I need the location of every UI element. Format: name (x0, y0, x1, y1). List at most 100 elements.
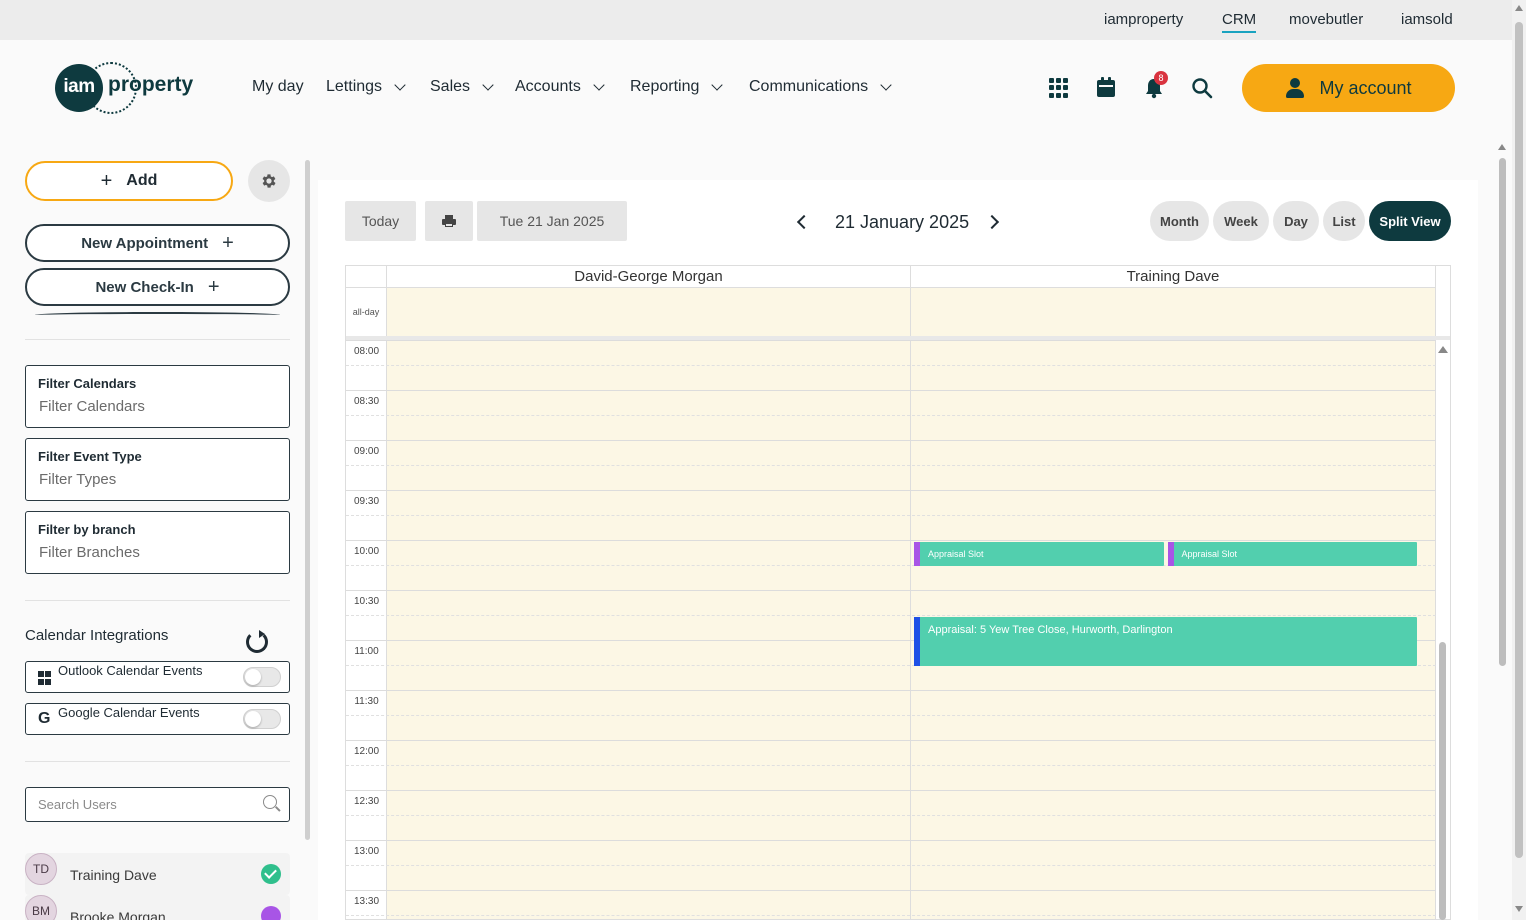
filter-branch[interactable]: Filter by branch Filter Branches (25, 511, 290, 574)
calendar-scrollbar[interactable] (1439, 642, 1446, 920)
half-hour-line (346, 515, 1436, 516)
calendar-event[interactable]: Appraisal: 5 Yew Tree Close, Hurworth, D… (914, 617, 1417, 666)
nav-accounts[interactable]: Accounts (515, 78, 605, 96)
calendar-icon[interactable] (1096, 77, 1118, 99)
divider (25, 339, 290, 340)
time-label: 09:00 (353, 446, 380, 457)
nav-label: My day (252, 78, 304, 95)
search-users-input[interactable] (25, 787, 290, 822)
nav-my-day[interactable]: My day (252, 78, 304, 96)
filter-event-type[interactable]: Filter Event Type Filter Types (25, 438, 290, 501)
nav-label: Sales (430, 78, 471, 95)
integration-label: Outlook Calendar Events (58, 663, 203, 678)
today-button[interactable]: Today (345, 201, 416, 241)
time-grid: 08:00 08:30 09:00 09:30 10:00 10:30 11:00 11:30… (346, 340, 1436, 919)
half-hour-line (346, 615, 1436, 616)
hour-line (346, 790, 1436, 791)
search-icon (263, 795, 277, 809)
apps-grid-icon[interactable] (1048, 77, 1070, 99)
half-hour-line (346, 865, 1436, 866)
hour-line (346, 840, 1436, 841)
add-button[interactable]: + Add (25, 161, 233, 201)
sidebar-scrollbar[interactable] (305, 160, 310, 840)
hour-line (346, 590, 1436, 591)
half-hour-line (346, 465, 1436, 466)
time-label: 12:30 (353, 796, 380, 807)
check-circle-icon[interactable] (261, 864, 281, 884)
view-day-button[interactable]: Day (1273, 201, 1319, 241)
user-item[interactable]: TD Training Dave (25, 853, 290, 895)
view-split-button[interactable]: Split View (1369, 201, 1451, 241)
half-hour-line (346, 765, 1436, 766)
time-gutter (346, 340, 387, 919)
hour-line (346, 390, 1436, 391)
new-appointment-button[interactable]: New Appointment + (25, 224, 290, 262)
half-hour-line (346, 365, 1436, 366)
calendar-event[interactable]: Appraisal Slot (1167, 542, 1417, 566)
avatar: TD (25, 853, 57, 885)
integration-label: Google Calendar Events (58, 705, 200, 720)
filter-placeholder: Filter Branches (39, 544, 140, 561)
search-icon[interactable] (1191, 77, 1213, 99)
allday-cell[interactable] (911, 287, 1436, 336)
brand-logo[interactable]: iam property (55, 62, 200, 114)
logo-circle: iam (55, 64, 103, 112)
new-appointment-label: New Appointment (81, 234, 209, 252)
hour-line (346, 340, 1436, 341)
time-label: 08:30 (353, 396, 380, 407)
chevron-down-icon (394, 79, 406, 91)
view-month-button[interactable]: Month (1150, 201, 1209, 241)
color-dot-icon[interactable] (261, 906, 281, 920)
chevron-down-icon (593, 79, 605, 91)
content-scrollbar[interactable] (1497, 144, 1507, 670)
settings-button[interactable] (248, 160, 290, 202)
app-link-iamproperty[interactable]: iamproperty (1104, 11, 1183, 28)
calendar-scroll-up-icon[interactable] (1438, 346, 1448, 353)
refresh-icon[interactable] (246, 630, 268, 653)
chevron-down-icon (711, 79, 724, 91)
calendar-event[interactable]: Appraisal Slot (914, 542, 1164, 566)
app-link-iamsold[interactable]: iamsold (1401, 11, 1453, 28)
filter-label: Filter Calendars (38, 376, 137, 391)
plus-icon: + (207, 276, 220, 298)
chevron-down-icon (880, 79, 892, 91)
page-scrollbar[interactable] (1512, 0, 1526, 920)
chevron-down-icon (482, 79, 494, 91)
new-checkin-button[interactable]: New Check-In + (25, 268, 290, 306)
app-link-movebutler[interactable]: movebutler (1289, 11, 1363, 28)
day-column-david-george-morgan[interactable] (387, 340, 911, 919)
allday-label: all-day (346, 287, 387, 336)
plus-icon: + (100, 170, 113, 192)
filter-calendars[interactable]: Filter Calendars Filter Calendars (25, 365, 290, 428)
nav-reporting[interactable]: Reporting (630, 78, 724, 96)
view-list-button[interactable]: List (1323, 201, 1365, 241)
new-checkin-label: New Check-In (95, 278, 194, 296)
logo-text: property (108, 73, 194, 96)
time-label: 10:30 (353, 596, 380, 607)
allday-cell[interactable] (387, 287, 911, 336)
event-accent-bar (1167, 542, 1174, 566)
google-toggle[interactable] (243, 709, 281, 729)
hour-line (346, 890, 1436, 891)
view-week-button[interactable]: Week (1213, 201, 1269, 241)
app-link-crm[interactable]: CRM (1222, 11, 1257, 33)
half-hour-line (346, 715, 1436, 716)
nav-sales[interactable]: Sales (430, 78, 494, 96)
time-label: 10:00 (353, 546, 380, 557)
my-account-button[interactable]: My account (1242, 64, 1455, 112)
nav-communications[interactable]: Communications (749, 78, 892, 96)
gear-icon (262, 174, 276, 188)
add-label: Add (126, 172, 158, 189)
time-label: 13:30 (353, 896, 380, 907)
windows-icon (38, 671, 52, 685)
outlook-toggle[interactable] (243, 667, 281, 687)
print-button[interactable] (425, 201, 473, 241)
date-picker-button[interactable]: Tue 21 Jan 2025 (477, 201, 627, 241)
gutter-header (346, 266, 387, 287)
user-item[interactable]: BM Brooke Morgan (25, 895, 290, 920)
nav-lettings[interactable]: Lettings (326, 78, 406, 96)
avatar: BM (25, 895, 57, 920)
user-name: Training Dave (70, 867, 157, 883)
google-integration: G Google Calendar Events (25, 703, 290, 735)
calendar-grid: David-George Morgan Training Dave all-da… (345, 265, 1451, 920)
